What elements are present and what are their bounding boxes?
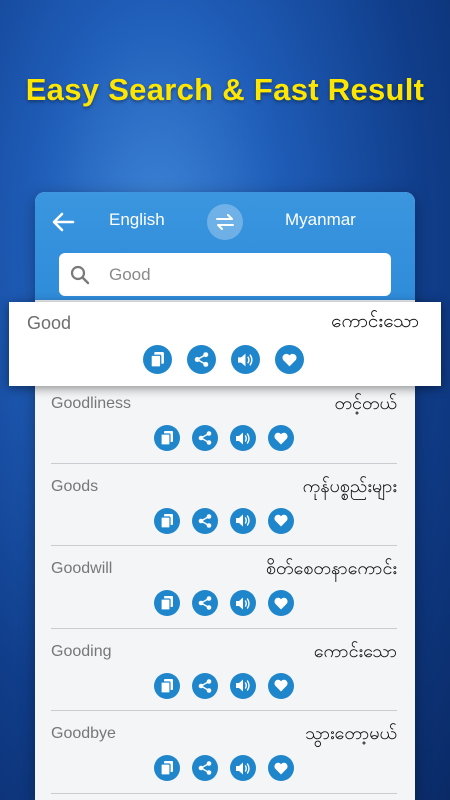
english-word: Good <box>27 313 72 333</box>
swap-arrows-icon <box>216 214 234 230</box>
share-button[interactable] <box>187 345 216 374</box>
english-word: Gooding <box>51 642 112 660</box>
action-buttons <box>154 425 294 451</box>
myanmar-translation: ကောင်းသော <box>313 640 397 662</box>
copy-icon <box>161 678 173 693</box>
search-box[interactable] <box>59 253 391 296</box>
back-button[interactable] <box>49 208 77 236</box>
heart-icon <box>274 432 288 444</box>
english-word: Goodliness <box>51 395 132 412</box>
speak-button[interactable] <box>230 672 256 699</box>
swap-languages-button[interactable] <box>207 204 243 240</box>
copy-icon <box>161 431 173 445</box>
myanmar-translation: သွားတော့မယ် <box>305 723 397 744</box>
speak-button[interactable] <box>230 590 256 616</box>
copy-icon <box>161 513 173 528</box>
speaker-icon <box>235 432 250 444</box>
speaker-icon <box>235 597 250 609</box>
share-button[interactable] <box>192 672 218 699</box>
heart-icon <box>274 514 288 527</box>
share-icon <box>198 596 212 610</box>
list-item[interactable]: Goodbye သွားတော့မယ် <box>51 711 397 794</box>
heart-icon <box>274 762 288 774</box>
copy-button[interactable] <box>154 425 180 451</box>
speak-button[interactable] <box>230 425 256 451</box>
favorite-button[interactable] <box>268 672 294 699</box>
list-item[interactable]: Gooding ကောင်းသော <box>51 629 397 711</box>
heart-icon <box>282 353 297 366</box>
copy-icon <box>161 596 173 610</box>
myanmar-translation: ကောင်းသော <box>331 310 419 332</box>
favorite-button[interactable] <box>268 755 294 781</box>
favorite-button[interactable] <box>268 507 294 534</box>
speaker-icon <box>235 679 250 692</box>
list-item[interactable]: Goodliness တင့်တယ် <box>51 381 397 464</box>
myanmar-translation: တင့်တယ် <box>334 393 397 414</box>
favorite-button[interactable] <box>268 590 294 616</box>
english-word: Goodwill <box>51 560 113 577</box>
action-buttons <box>154 755 294 781</box>
english-word: Goodbye <box>51 725 116 742</box>
action-buttons <box>154 590 294 616</box>
featured-result-card[interactable]: Good ကောင်းသော <box>9 302 441 386</box>
myanmar-translation: စိတ်စေတနာကောင်း <box>265 558 397 579</box>
myanmar-translation: ကုန်ပစ္စည်းများ <box>302 475 397 497</box>
action-buttons <box>154 507 294 534</box>
copy-button[interactable] <box>154 507 180 534</box>
search-icon <box>70 265 90 285</box>
list-item[interactable]: Goodwill စိတ်စေတနာကောင်း <box>51 546 397 629</box>
favorite-button[interactable] <box>268 425 294 451</box>
promo-headline: Easy Search & Fast Result <box>25 72 425 107</box>
target-language-label[interactable]: Myanmar <box>285 210 356 230</box>
speak-button[interactable] <box>231 345 260 374</box>
share-button[interactable] <box>192 425 218 451</box>
app-bar: English Myanmar <box>35 192 415 300</box>
share-icon <box>198 678 212 693</box>
app-screen: English Myanmar Goodliness တင့်တယ် <box>35 192 415 800</box>
share-button[interactable] <box>192 755 218 781</box>
english-word: Goods <box>51 477 99 495</box>
action-buttons <box>154 672 294 699</box>
back-arrow-icon <box>52 212 75 232</box>
share-icon <box>198 431 212 445</box>
speaker-icon <box>235 762 250 774</box>
copy-button[interactable] <box>154 672 180 699</box>
copy-button[interactable] <box>154 755 180 781</box>
copy-button[interactable] <box>154 590 180 616</box>
share-icon <box>194 352 209 367</box>
copy-icon <box>151 352 164 367</box>
favorite-button[interactable] <box>275 345 304 374</box>
speaker-icon <box>235 514 250 527</box>
action-buttons <box>143 345 304 374</box>
search-input[interactable] <box>107 262 381 288</box>
source-language-label[interactable]: English <box>109 210 165 230</box>
share-icon <box>198 761 212 775</box>
share-button[interactable] <box>192 590 218 616</box>
speaker-icon <box>237 353 253 366</box>
share-icon <box>198 513 212 528</box>
heart-icon <box>274 597 288 609</box>
heart-icon <box>274 679 288 692</box>
copy-button[interactable] <box>143 345 172 374</box>
speak-button[interactable] <box>230 755 256 781</box>
copy-icon <box>161 761 173 775</box>
list-item[interactable]: Goods ကုန်ပစ္စည်းများ <box>51 464 397 546</box>
share-button[interactable] <box>192 507 218 534</box>
speak-button[interactable] <box>230 507 256 534</box>
